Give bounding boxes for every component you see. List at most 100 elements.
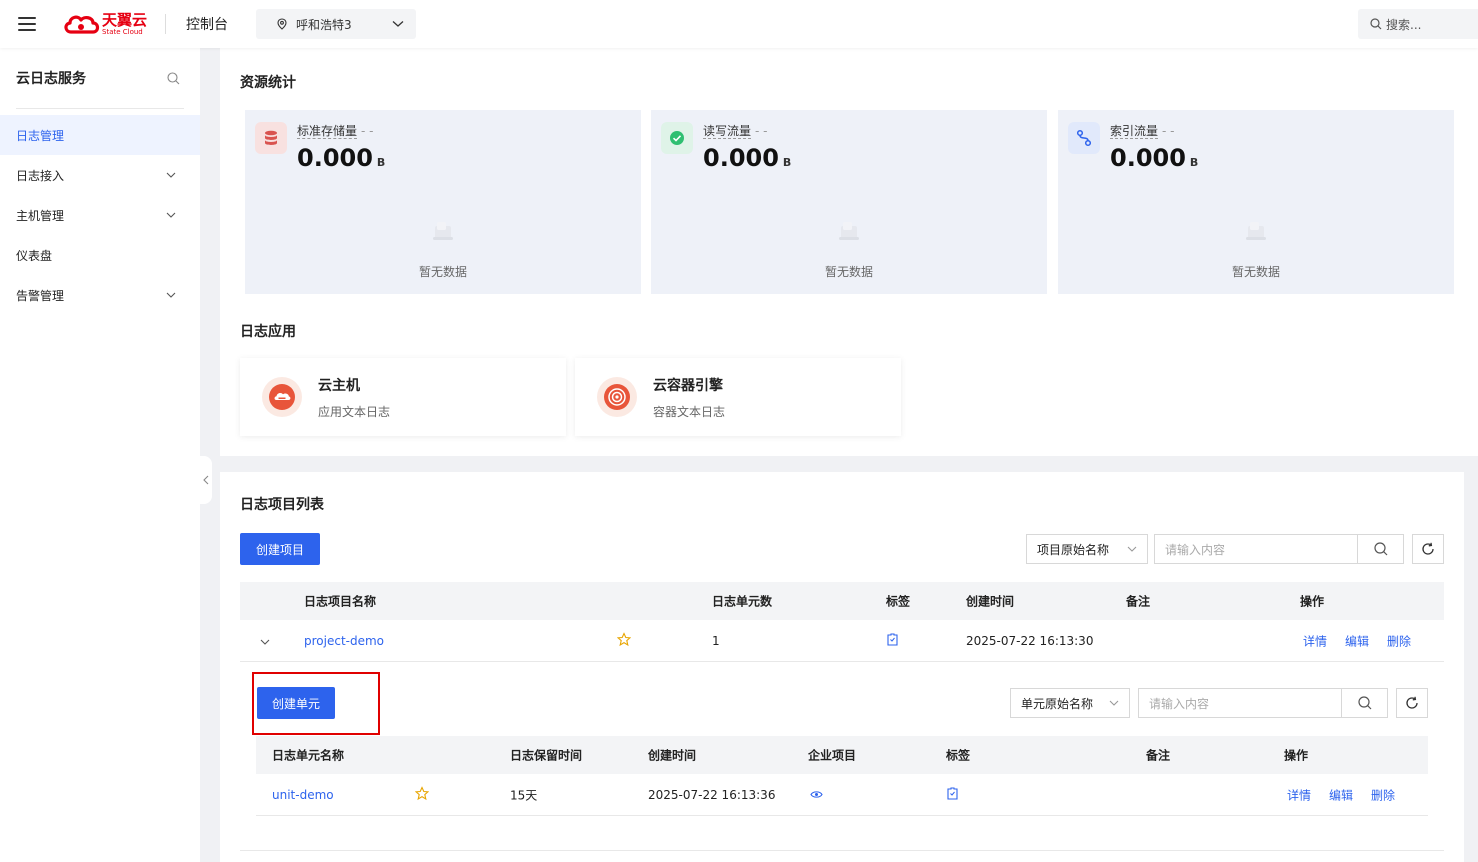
cloud-host-icon (262, 377, 302, 417)
stat-card-read-write: 读写流量 - - 0.000 B 暂无数据 (651, 110, 1047, 294)
table-row: project-demo 1 2025-07-22 16:13:30 详情 编辑… (240, 620, 1444, 662)
column-header: 日志保留时间 (510, 748, 583, 763)
refresh-icon (1406, 696, 1418, 709)
favorite-star-icon[interactable] (414, 785, 430, 803)
column-header: 备注 (1126, 594, 1151, 609)
detail-link[interactable]: 详情 (1303, 632, 1327, 649)
section-title-project-list: 日志项目列表 (240, 497, 324, 513)
filter-select-label: 项目原始名称 (1037, 542, 1110, 557)
project-table-header: 日志项目名称 日志单元数 标签 创建时间 备注 操作 (240, 582, 1444, 620)
refresh-button[interactable] (1412, 534, 1444, 564)
app-desc: 应用文本日志 (318, 404, 391, 419)
unit-name-link[interactable]: unit-demo (272, 788, 334, 802)
chevron-down-icon (166, 212, 176, 218)
edit-link[interactable]: 编辑 (1329, 786, 1353, 803)
flow-icon (1068, 122, 1100, 154)
empty-data-text: 暂无数据 (418, 265, 467, 279)
empty-data-text: 暂无数据 (1231, 265, 1280, 279)
detail-link[interactable]: 详情 (1287, 786, 1311, 803)
sidebar: 云日志服务 日志管理 日志接入 主机管理 仪表盘 告警管理 (0, 48, 200, 862)
unit-table-header: 日志单元名称 日志保留时间 创建时间 企业项目 标签 备注 操作 (256, 736, 1428, 774)
check-circle-icon (661, 122, 693, 154)
app-card-container-engine[interactable]: 云容器引擎 容器文本日志 (575, 358, 901, 436)
project-name-link[interactable]: project-demo (304, 634, 384, 648)
create-project-button[interactable]: 创建项目 (240, 533, 320, 565)
search-icon[interactable] (167, 71, 180, 85)
project-search-input[interactable]: 请输入内容 (1154, 534, 1404, 564)
search-placeholder: 请输入内容 (1165, 542, 1226, 557)
table-bottom-divider (240, 850, 1444, 851)
logo-text-cn: 天翼云 (102, 10, 148, 29)
stat-card-index: 索引流量 - - 0.000 B 暂无数据 (1058, 110, 1454, 294)
region-label: 呼和浩特3 (296, 17, 352, 32)
menu-icon[interactable] (18, 17, 36, 31)
search-button[interactable] (1341, 689, 1387, 717)
column-header: 日志单元数 (712, 594, 773, 609)
app-card-cloud-host[interactable]: 云主机 应用文本日志 (240, 358, 566, 436)
refresh-button[interactable] (1396, 688, 1428, 718)
delete-link[interactable]: 删除 (1371, 786, 1395, 803)
expand-row-toggle[interactable] (260, 634, 270, 648)
column-header: 备注 (1146, 748, 1171, 763)
region-select[interactable]: 呼和浩特3 (256, 9, 417, 39)
database-icon (255, 122, 287, 154)
created-time: 2025-07-22 16:13:30 (966, 633, 1094, 648)
create-unit-button[interactable]: 创建单元 (257, 687, 335, 719)
project-list-panel: 日志项目列表 创建项目 项目原始名称 请输入内容 日志项目名称 日志单元数 标签… (220, 472, 1464, 862)
tag-icon[interactable] (947, 786, 958, 803)
chevron-down-icon (1109, 700, 1119, 706)
edit-link[interactable]: 编辑 (1345, 632, 1369, 649)
empty-data-icon (1246, 222, 1266, 240)
container-engine-icon (597, 377, 637, 417)
cloud-logo-icon (64, 15, 100, 34)
sidebar-item-label: 日志管理 (16, 128, 65, 143)
favorite-star-icon[interactable] (616, 631, 632, 649)
column-header: 创建时间 (966, 594, 1015, 609)
project-filter-select[interactable]: 项目原始名称 (1026, 534, 1148, 564)
empty-data-icon (433, 222, 453, 240)
overview-panel: 资源统计 标准存储量 - - 0.000 B 暂无数据 读写流量 - - 0.000 B… (220, 48, 1478, 456)
column-header: 日志单元名称 (272, 748, 345, 763)
console-link[interactable]: 控制台 (186, 14, 228, 34)
global-search-input[interactable]: 搜索... (1358, 9, 1478, 39)
sidebar-collapse-handle[interactable] (200, 456, 212, 504)
created-time: 2025-07-22 16:13:36 (648, 787, 776, 802)
eye-icon[interactable] (810, 788, 823, 802)
stat-label: 索引流量 - - (1110, 124, 1175, 139)
search-icon (1373, 542, 1387, 556)
refresh-icon (1422, 542, 1434, 555)
tag-icon[interactable] (887, 632, 898, 649)
column-header: 标签 (886, 594, 911, 609)
delete-link[interactable]: 删除 (1387, 632, 1411, 649)
sidebar-item-log-access[interactable]: 日志接入 (0, 155, 200, 195)
unit-search-input[interactable]: 请输入内容 (1138, 688, 1388, 718)
filter-select-label: 单元原始名称 (1021, 696, 1094, 711)
search-placeholder: 搜索... (1386, 17, 1422, 32)
chevron-down-icon (166, 292, 176, 298)
unit-filter-select[interactable]: 单元原始名称 (1010, 688, 1130, 718)
chevron-down-icon (392, 21, 404, 27)
unit-count: 1 (712, 633, 720, 648)
column-header: 创建时间 (648, 748, 697, 763)
search-button[interactable] (1357, 535, 1403, 563)
stat-card-storage: 标准存储量 - - 0.000 B 暂无数据 (245, 110, 641, 294)
empty-data-text: 暂无数据 (824, 265, 873, 279)
divider (165, 14, 167, 34)
sidebar-item-dashboard[interactable]: 仪表盘 (0, 235, 200, 275)
app-name: 云主机 (318, 377, 360, 394)
section-title-log-apps: 日志应用 (240, 324, 296, 340)
stat-label: 标准存储量 - - (297, 124, 374, 139)
stat-value: 0.000 B (1110, 144, 1199, 172)
logo-text-en: State Cloud (102, 27, 143, 36)
chevron-down-icon (1127, 546, 1137, 552)
sidebar-item-log-management[interactable]: 日志管理 (0, 115, 200, 155)
sidebar-item-alert-management[interactable]: 告警管理 (0, 275, 200, 315)
stat-label: 读写流量 - - (703, 124, 768, 139)
logo[interactable]: 天翼云 State Cloud (62, 12, 147, 36)
chevron-down-icon (166, 172, 176, 178)
app-desc: 容器文本日志 (653, 404, 726, 419)
sidebar-title: 云日志服务 (16, 71, 86, 87)
sidebar-item-label: 告警管理 (16, 288, 65, 303)
sidebar-item-host-management[interactable]: 主机管理 (0, 195, 200, 235)
location-pin-icon (277, 18, 287, 30)
